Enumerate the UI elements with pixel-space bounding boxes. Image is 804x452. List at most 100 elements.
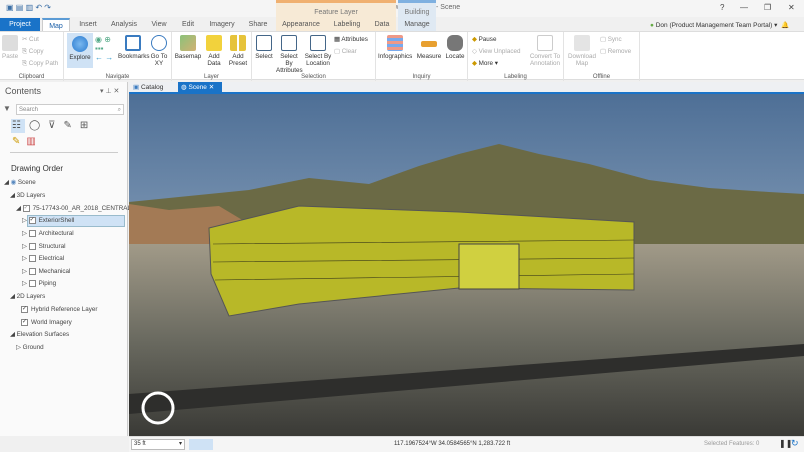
layer-hybrid-reference[interactable]: ✓ Hybrid Reference Layer bbox=[21, 306, 98, 313]
offline-group: Download Map ▢ Sync ▢ Remove Offline bbox=[564, 32, 640, 81]
attributes-label: Attributes bbox=[341, 36, 368, 43]
add-data-button[interactable]: Add Data bbox=[204, 35, 224, 67]
sublayer-architectural[interactable]: ▷ Architectural bbox=[22, 230, 74, 237]
restore-button[interactable]: ❐ bbox=[764, 3, 771, 12]
tab-data[interactable]: Data bbox=[370, 18, 394, 31]
view-unplaced-button[interactable]: ◇ View Unplaced bbox=[472, 48, 520, 55]
layer-world-imagery[interactable]: ✓ World Imagery bbox=[21, 319, 72, 326]
go-to-xy-button[interactable]: Go To XY bbox=[150, 35, 168, 67]
refresh-button[interactable]: ↻ bbox=[791, 438, 799, 449]
select-by-location-button[interactable]: Select By Location bbox=[304, 35, 332, 67]
tree-2d-layers[interactable]: ◢ 2D Layers bbox=[10, 293, 45, 300]
layer-label: World Imagery bbox=[31, 319, 72, 327]
sublayer-structural[interactable]: ▷ Structural bbox=[22, 243, 66, 250]
close-button[interactable]: ✕ bbox=[788, 3, 795, 12]
scene-view[interactable] bbox=[129, 94, 804, 436]
copy-button[interactable]: ⎘ Copy bbox=[22, 48, 44, 56]
tab-manage[interactable]: Manage bbox=[400, 18, 434, 31]
locate-button[interactable]: Locate bbox=[444, 35, 466, 60]
tab-view[interactable]: View bbox=[146, 18, 172, 31]
download-map-button[interactable]: Download Map bbox=[566, 35, 598, 67]
infographics-button[interactable]: Infographics bbox=[378, 35, 412, 60]
selected-features: Selected Features: 0 bbox=[704, 441, 760, 447]
tab-edit[interactable]: Edit bbox=[176, 18, 200, 31]
navigate-label: Navigate bbox=[105, 74, 130, 80]
convert-to-annotation-button[interactable]: Convert To Annotation bbox=[528, 35, 562, 67]
label-chart-icons[interactable]: ✎▥ bbox=[12, 136, 42, 147]
sublayer-electrical[interactable]: ▷ Electrical bbox=[22, 255, 64, 262]
copy-path-button[interactable]: ⎘ Copy Path bbox=[22, 60, 58, 68]
add-preset-button[interactable]: Add Preset bbox=[226, 35, 250, 67]
tree-3d-layers[interactable]: ◢ 3D Layers bbox=[10, 192, 45, 199]
cut-button[interactable]: ✂ Cut bbox=[22, 36, 39, 43]
attributes-button[interactable]: ▦ Attributes bbox=[334, 36, 368, 43]
scale-selector[interactable]: 35 ft ▾ bbox=[131, 439, 185, 450]
measure-icon bbox=[421, 41, 437, 47]
coordinate-readout: 117.1967524°W 34.0584565°N 1,283.722 ft bbox=[394, 441, 511, 447]
contents-title: Contents bbox=[5, 86, 42, 96]
tab-appearance[interactable]: Appearance bbox=[278, 18, 324, 31]
measure-button[interactable]: Measure bbox=[416, 35, 442, 60]
tab-project[interactable]: Project bbox=[0, 18, 40, 31]
select-button[interactable]: Select bbox=[254, 35, 274, 60]
user-name: Don (Product Management Team Portal) bbox=[655, 22, 773, 29]
explore-button[interactable]: Explore bbox=[67, 33, 93, 68]
tab-imagery[interactable]: Imagery bbox=[204, 18, 240, 31]
nav-tools-icons[interactable]: ◉ ⊕ ▪▪▪ ← → bbox=[95, 35, 113, 62]
help-button[interactable]: ? bbox=[720, 3, 724, 12]
scene-canvas[interactable] bbox=[129, 94, 804, 436]
navigate-group: Explore ◉ ⊕ ▪▪▪ ← → Bookmarks Go To XY Nav… bbox=[64, 32, 172, 81]
pause-button[interactable]: ◆ Pause bbox=[472, 36, 496, 43]
select-by-attributes-button[interactable]: Select By Attributes bbox=[276, 35, 303, 74]
tree-scene[interactable]: ◢ ◉ Scene bbox=[4, 179, 36, 186]
tab-labeling[interactable]: Labeling bbox=[328, 18, 366, 31]
tab-analysis[interactable]: Analysis bbox=[106, 18, 142, 31]
view-mode-buttons[interactable] bbox=[189, 439, 213, 450]
copy-label: Copy bbox=[28, 48, 44, 55]
close-tab-icon[interactable]: ✕ bbox=[209, 84, 214, 91]
tab-catalog[interactable]: ▣ Catalog bbox=[133, 83, 163, 91]
pause-icon: ◆ bbox=[472, 36, 477, 43]
contents-pane: Contents ▾ ⊥ ✕ ▼ Search ⌕ ☷◯⊽✎⊞ ✎▥ Drawin… bbox=[0, 82, 134, 436]
paste-button[interactable]: Paste bbox=[2, 35, 18, 60]
tree-ground[interactable]: ▷ Ground bbox=[16, 344, 44, 351]
clear-button[interactable]: ▢ Clear bbox=[334, 48, 357, 55]
view-icons[interactable]: ☷◯⊽✎⊞ bbox=[12, 120, 96, 131]
add-preset-label: Add Preset bbox=[228, 53, 248, 67]
sync-button[interactable]: ▢ Sync bbox=[600, 36, 622, 43]
tab-scene[interactable]: ◍ Scene ✕ bbox=[178, 82, 222, 94]
clear-label: Clear bbox=[341, 48, 357, 55]
quick-access-icons[interactable]: ▣ ▤ ▥ ↶ ↷ bbox=[6, 3, 51, 12]
paste-icon bbox=[2, 35, 18, 51]
convert-label: Convert To Annotation bbox=[529, 53, 561, 67]
search-input[interactable]: Search ⌕ bbox=[16, 104, 124, 115]
pause-label: Pause bbox=[478, 36, 497, 43]
building-label: Building bbox=[404, 9, 430, 16]
user-menu[interactable]: ● Don (Product Management Team Portal) ▾… bbox=[650, 21, 789, 29]
group-layer-label: 75-17743-00_AR_2018_CENTRAL_ bbox=[32, 205, 135, 213]
tree-group-layer[interactable]: ◢ ✓ 75-17743-00_AR_2018_CENTRAL_ bbox=[16, 205, 134, 212]
remove-button[interactable]: ▢ Remove bbox=[600, 48, 631, 55]
locate-icon bbox=[447, 35, 463, 51]
cut-label: Cut bbox=[29, 36, 39, 43]
tab-insert[interactable]: Insert bbox=[74, 18, 102, 31]
tree-elevation-surfaces[interactable]: ◢ Elevation Surfaces bbox=[10, 331, 69, 338]
basemap-button[interactable]: Basemap bbox=[174, 35, 202, 60]
sublayer-mechanical[interactable]: ▷ Mechanical bbox=[22, 268, 70, 275]
layer-label: Layer bbox=[203, 74, 219, 80]
basemap-label: Basemap bbox=[174, 53, 202, 60]
sublayer-exteriorshell[interactable]: ▷ ✓ ExteriorShell bbox=[22, 217, 74, 224]
elevation-label: Elevation Surfaces bbox=[16, 331, 70, 338]
tab-map[interactable]: Map bbox=[42, 18, 70, 31]
minimize-button[interactable]: — bbox=[740, 3, 748, 12]
infographics-label: Infographics bbox=[378, 53, 413, 60]
bookmarks-button[interactable]: Bookmarks bbox=[118, 35, 150, 60]
drawing-order-heading: Drawing Order bbox=[11, 164, 64, 173]
pane-controls[interactable]: ▾ ⊥ ✕ bbox=[100, 87, 119, 95]
filter-icon[interactable]: ▼ bbox=[3, 104, 11, 113]
sublayer-piping[interactable]: ▷ Piping bbox=[22, 280, 56, 287]
inquiry-group: Infographics Measure Locate Inquiry bbox=[376, 32, 468, 81]
more-button[interactable]: ◆ More ▾ bbox=[472, 60, 498, 67]
tab-share[interactable]: Share bbox=[244, 18, 272, 31]
feature-layer-label: Feature Layer bbox=[314, 9, 358, 16]
